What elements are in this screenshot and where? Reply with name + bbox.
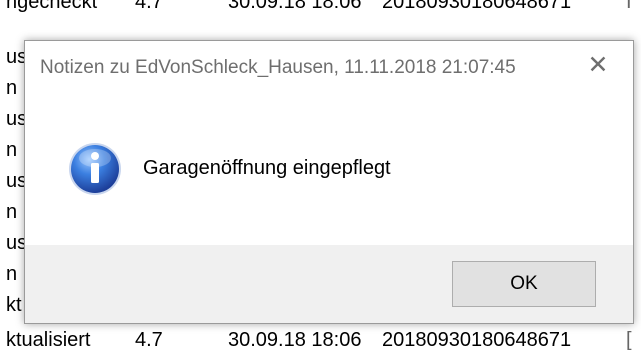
list-cell-status: ngecheckt <box>6 0 98 13</box>
list-cell-status: kt <box>6 294 22 316</box>
list-cell-date: 30.09.18 18:06 <box>228 0 362 13</box>
list-row[interactable]: ktualisiert 4.7 30.09.18 18:06 201809301… <box>0 325 641 356</box>
list-cell-extra: I <box>626 0 632 13</box>
list-cell-date: 30.09.18 18:06 <box>228 329 362 351</box>
list-cell-status: n <box>6 263 18 285</box>
list-row[interactable]: ngecheckt 4.7 30.09.18 18:06 20180930180… <box>0 0 641 18</box>
ok-button[interactable]: OK <box>452 261 596 307</box>
close-icon[interactable]: ✕ <box>584 51 612 79</box>
list-cell-version: 4.7 <box>135 329 163 351</box>
list-cell-status: ktualisiert <box>6 329 91 351</box>
list-cell-id: 20180930180648671 <box>382 0 572 13</box>
dialog-message: Garagenöffnung eingepflegt <box>143 157 391 179</box>
message-dialog: Notizen zu EdVonSchleck_Hausen, 11.11.20… <box>24 40 634 324</box>
dialog-title: Notizen zu EdVonSchleck_Hausen, 11.11.20… <box>40 57 516 78</box>
list-cell-extra: [ <box>626 329 632 351</box>
info-icon <box>69 143 121 195</box>
list-cell-status: n <box>6 201 18 223</box>
list-cell-status: n <box>6 139 18 161</box>
list-cell-id: 20180930180648671 <box>382 329 572 351</box>
list-cell-status: n <box>6 77 18 99</box>
list-cell-version: 4.7 <box>135 0 163 13</box>
dialog-footer: OK <box>25 245 633 323</box>
